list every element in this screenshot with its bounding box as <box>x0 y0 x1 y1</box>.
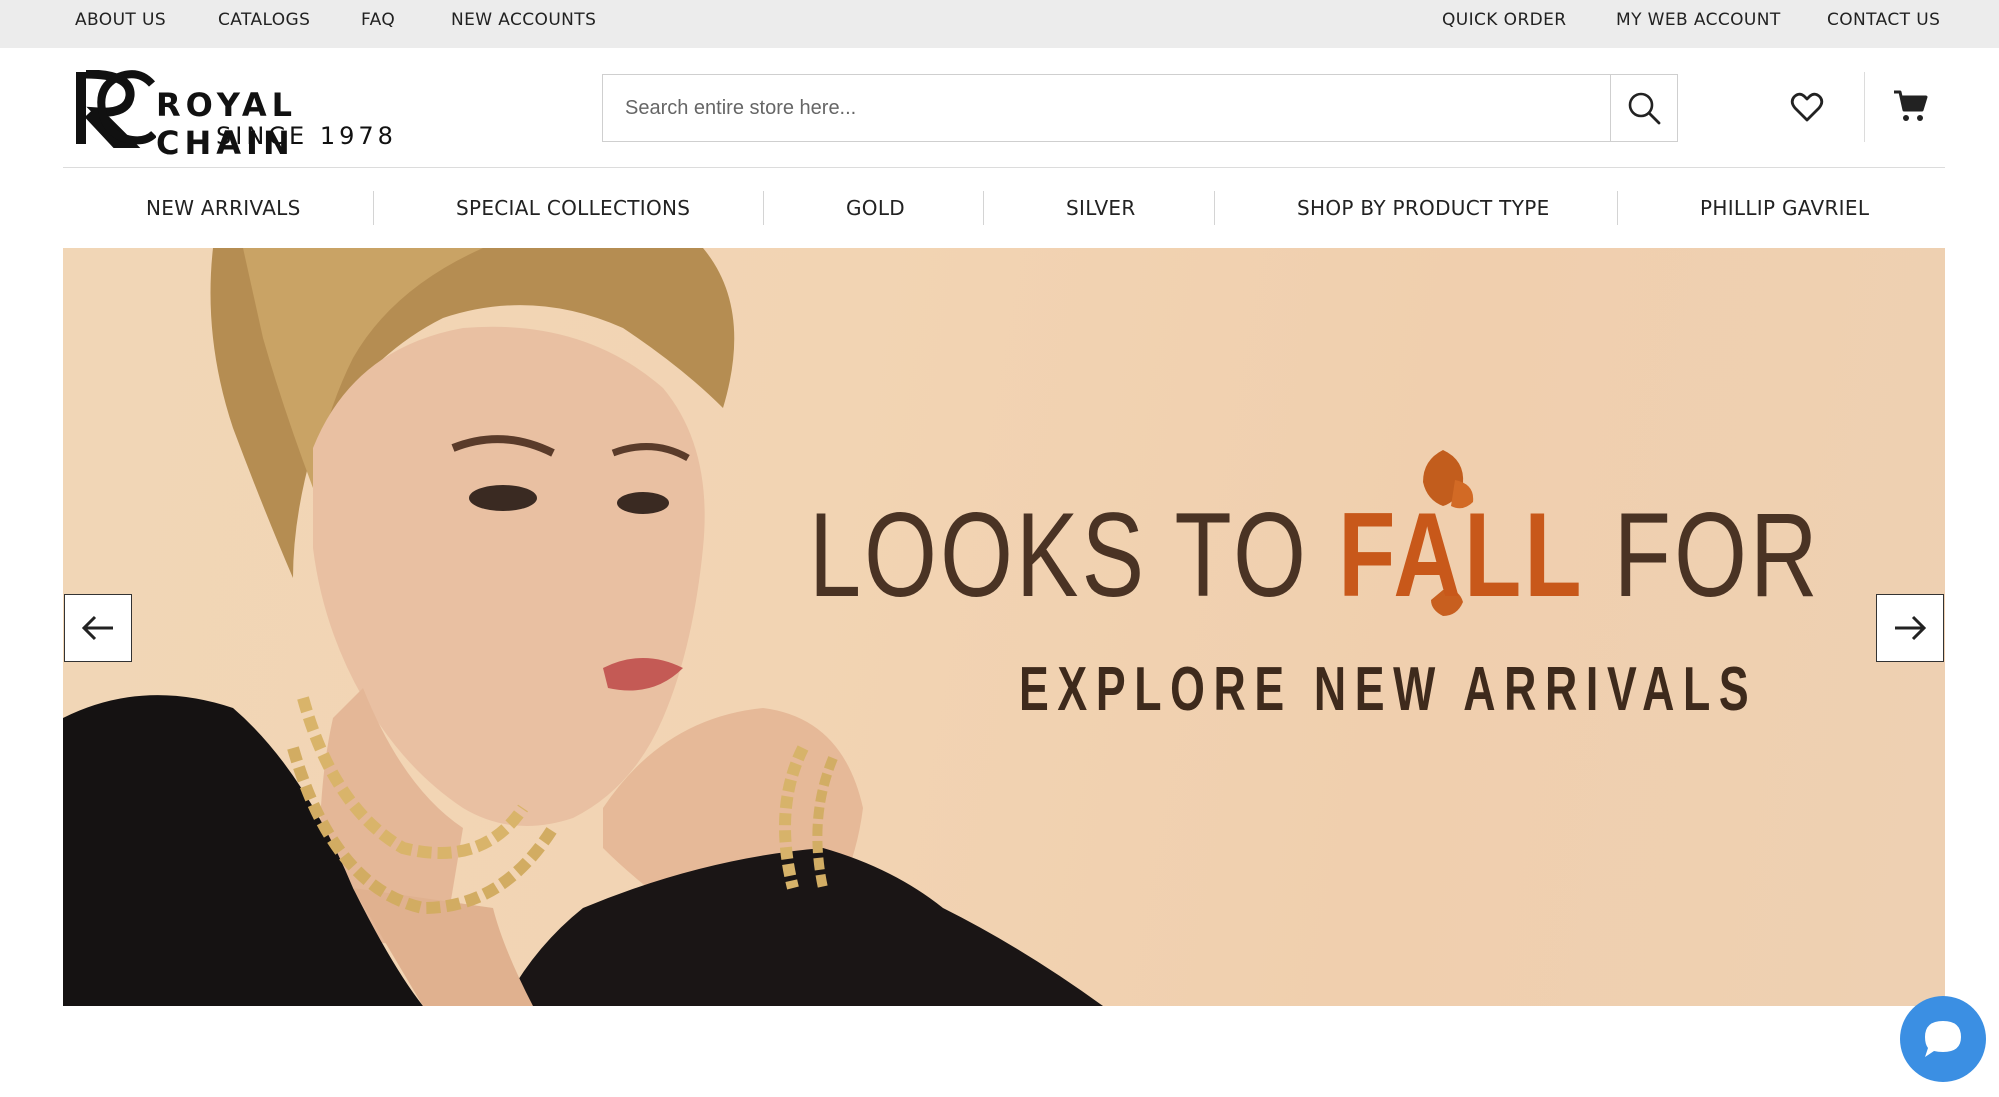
top-link-catalogs[interactable]: CATALOGS <box>218 0 310 40</box>
nav-separator <box>763 191 764 225</box>
chat-icon <box>1925 1021 1961 1057</box>
nav-separator <box>983 191 984 225</box>
search-input[interactable] <box>603 75 1611 141</box>
nav-special-collections[interactable]: SPECIAL COLLECTIONS <box>456 190 690 226</box>
nav-silver[interactable]: SILVER <box>1066 190 1136 226</box>
hero-banner[interactable]: LOOKS TO FALL FOR EXPLORE NEW ARRIVALS <box>63 248 1945 1006</box>
hero-headline: LOOKS TO FALL FOR <box>809 486 1821 624</box>
search-bar <box>602 74 1678 142</box>
wishlist-button[interactable] <box>1790 90 1824 124</box>
nav-gold[interactable]: GOLD <box>846 190 905 226</box>
rc-monogram-icon <box>76 70 156 148</box>
search-button[interactable] <box>1610 75 1677 141</box>
top-link-about-us[interactable]: ABOUT US <box>75 0 166 40</box>
header-divider-line <box>63 167 1945 168</box>
nav-separator <box>373 191 374 225</box>
arrow-right-icon <box>1895 615 1927 641</box>
logo-tagline: SINCE 1978 <box>216 122 397 150</box>
nav-shop-by-product-type[interactable]: SHOP BY PRODUCT TYPE <box>1297 190 1550 226</box>
nav-separator <box>1214 191 1215 225</box>
top-link-new-accounts[interactable]: NEW ACCOUNTS <box>451 0 596 40</box>
chat-widget-button[interactable] <box>1900 996 1986 1082</box>
top-link-faq[interactable]: FAQ <box>361 0 395 40</box>
royal-chain-logo[interactable]: ROYAL CHAIN SINCE 1978 <box>72 68 432 162</box>
carousel-prev-button[interactable] <box>64 594 132 662</box>
hero-model-image <box>63 248 1103 1006</box>
header-divider <box>1864 72 1865 142</box>
carousel-next-button[interactable] <box>1876 594 1944 662</box>
nav-phillip-gavriel[interactable]: PHILLIP GAVRIEL <box>1700 190 1869 226</box>
top-link-my-web-account[interactable]: MY WEB ACCOUNT <box>1616 0 1781 40</box>
headline-text-post: FOR <box>1584 488 1821 622</box>
headline-text-pre: LOOKS TO <box>809 488 1339 622</box>
top-link-quick-order[interactable]: QUICK ORDER <box>1442 0 1567 40</box>
arrow-left-icon <box>81 615 113 641</box>
cart-button[interactable] <box>1892 88 1928 124</box>
top-link-contact-us[interactable]: CONTACT US <box>1827 0 1940 40</box>
headline-accent: FALL <box>1338 488 1585 622</box>
cart-icon <box>1894 90 1928 121</box>
nav-new-arrivals[interactable]: NEW ARRIVALS <box>146 190 301 226</box>
search-icon <box>1628 92 1661 125</box>
top-utility-bar: ABOUT US CATALOGS FAQ NEW ACCOUNTS QUICK… <box>0 0 1999 48</box>
nav-separator <box>1617 191 1618 225</box>
hero-subhead: EXPLORE NEW ARRIVALS <box>1019 655 1758 724</box>
heart-icon <box>1790 92 1824 122</box>
